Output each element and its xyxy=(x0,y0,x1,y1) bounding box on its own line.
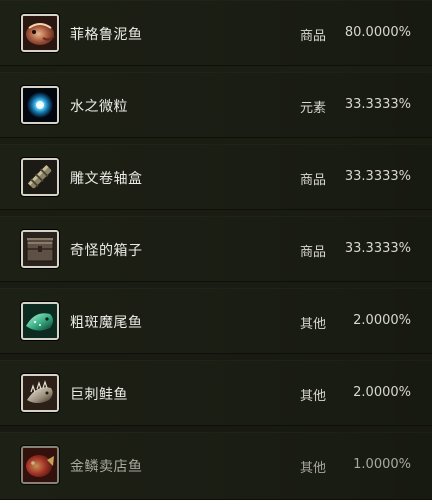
drop-rate: 33.3333% xyxy=(344,169,411,184)
loot-row[interactable]: 水之微粒 元素 33.3333% xyxy=(0,72,432,138)
drop-rate: 80.0000% xyxy=(344,25,411,40)
item-type: 其他 xyxy=(300,317,327,332)
item-name: 金鳞卖店鱼 xyxy=(70,459,143,475)
spotted-fish-icon[interactable] xyxy=(21,302,59,340)
drop-rate: 33.3333% xyxy=(344,97,411,112)
loot-row[interactable]: 奇怪的箱子 商品 33.3333% xyxy=(0,216,432,282)
item-type: 其他 xyxy=(300,389,327,404)
mud-fish-icon[interactable] xyxy=(21,14,59,52)
item-type: 其他 xyxy=(300,461,327,476)
drop-rate: 1.0000% xyxy=(353,457,411,472)
loot-list: 菲格鲁泥鱼 商品 80.0000% 水之微粒 元素 33.3333% 雕文卷轴盒… xyxy=(0,0,432,500)
item-type: 元素 xyxy=(300,101,327,116)
drop-rate: 33.3333% xyxy=(344,241,411,256)
item-type: 商品 xyxy=(300,29,327,44)
loot-row[interactable]: 菲格鲁泥鱼 商品 80.0000% xyxy=(0,0,432,66)
strange-box-icon[interactable] xyxy=(21,230,59,268)
item-name: 巨刺鲑鱼 xyxy=(70,387,128,403)
loot-row[interactable]: 粗斑魔尾鱼 其他 2.0000% xyxy=(0,288,432,354)
drop-rate: 2.0000% xyxy=(353,385,411,400)
item-name: 水之微粒 xyxy=(70,99,128,115)
water-mote-icon[interactable] xyxy=(21,86,59,124)
loot-row[interactable]: 雕文卷轴盒 商品 33.3333% xyxy=(0,144,432,210)
item-type: 商品 xyxy=(300,245,327,260)
loot-row[interactable]: 巨刺鲑鱼 其他 2.0000% xyxy=(0,360,432,426)
item-name: 粗斑魔尾鱼 xyxy=(70,315,143,331)
item-type: 商品 xyxy=(300,173,327,188)
scroll-case-icon[interactable] xyxy=(21,158,59,196)
loot-row[interactable]: 金鳞卖店鱼 其他 1.0000% xyxy=(0,432,432,500)
drop-rate: 2.0000% xyxy=(353,313,411,328)
item-name: 雕文卷轴盒 xyxy=(70,171,143,187)
golden-scale-fish-icon[interactable] xyxy=(21,446,59,484)
item-name: 奇怪的箱子 xyxy=(70,243,143,259)
spiked-salmon-icon[interactable] xyxy=(21,374,59,412)
item-name: 菲格鲁泥鱼 xyxy=(70,27,143,43)
